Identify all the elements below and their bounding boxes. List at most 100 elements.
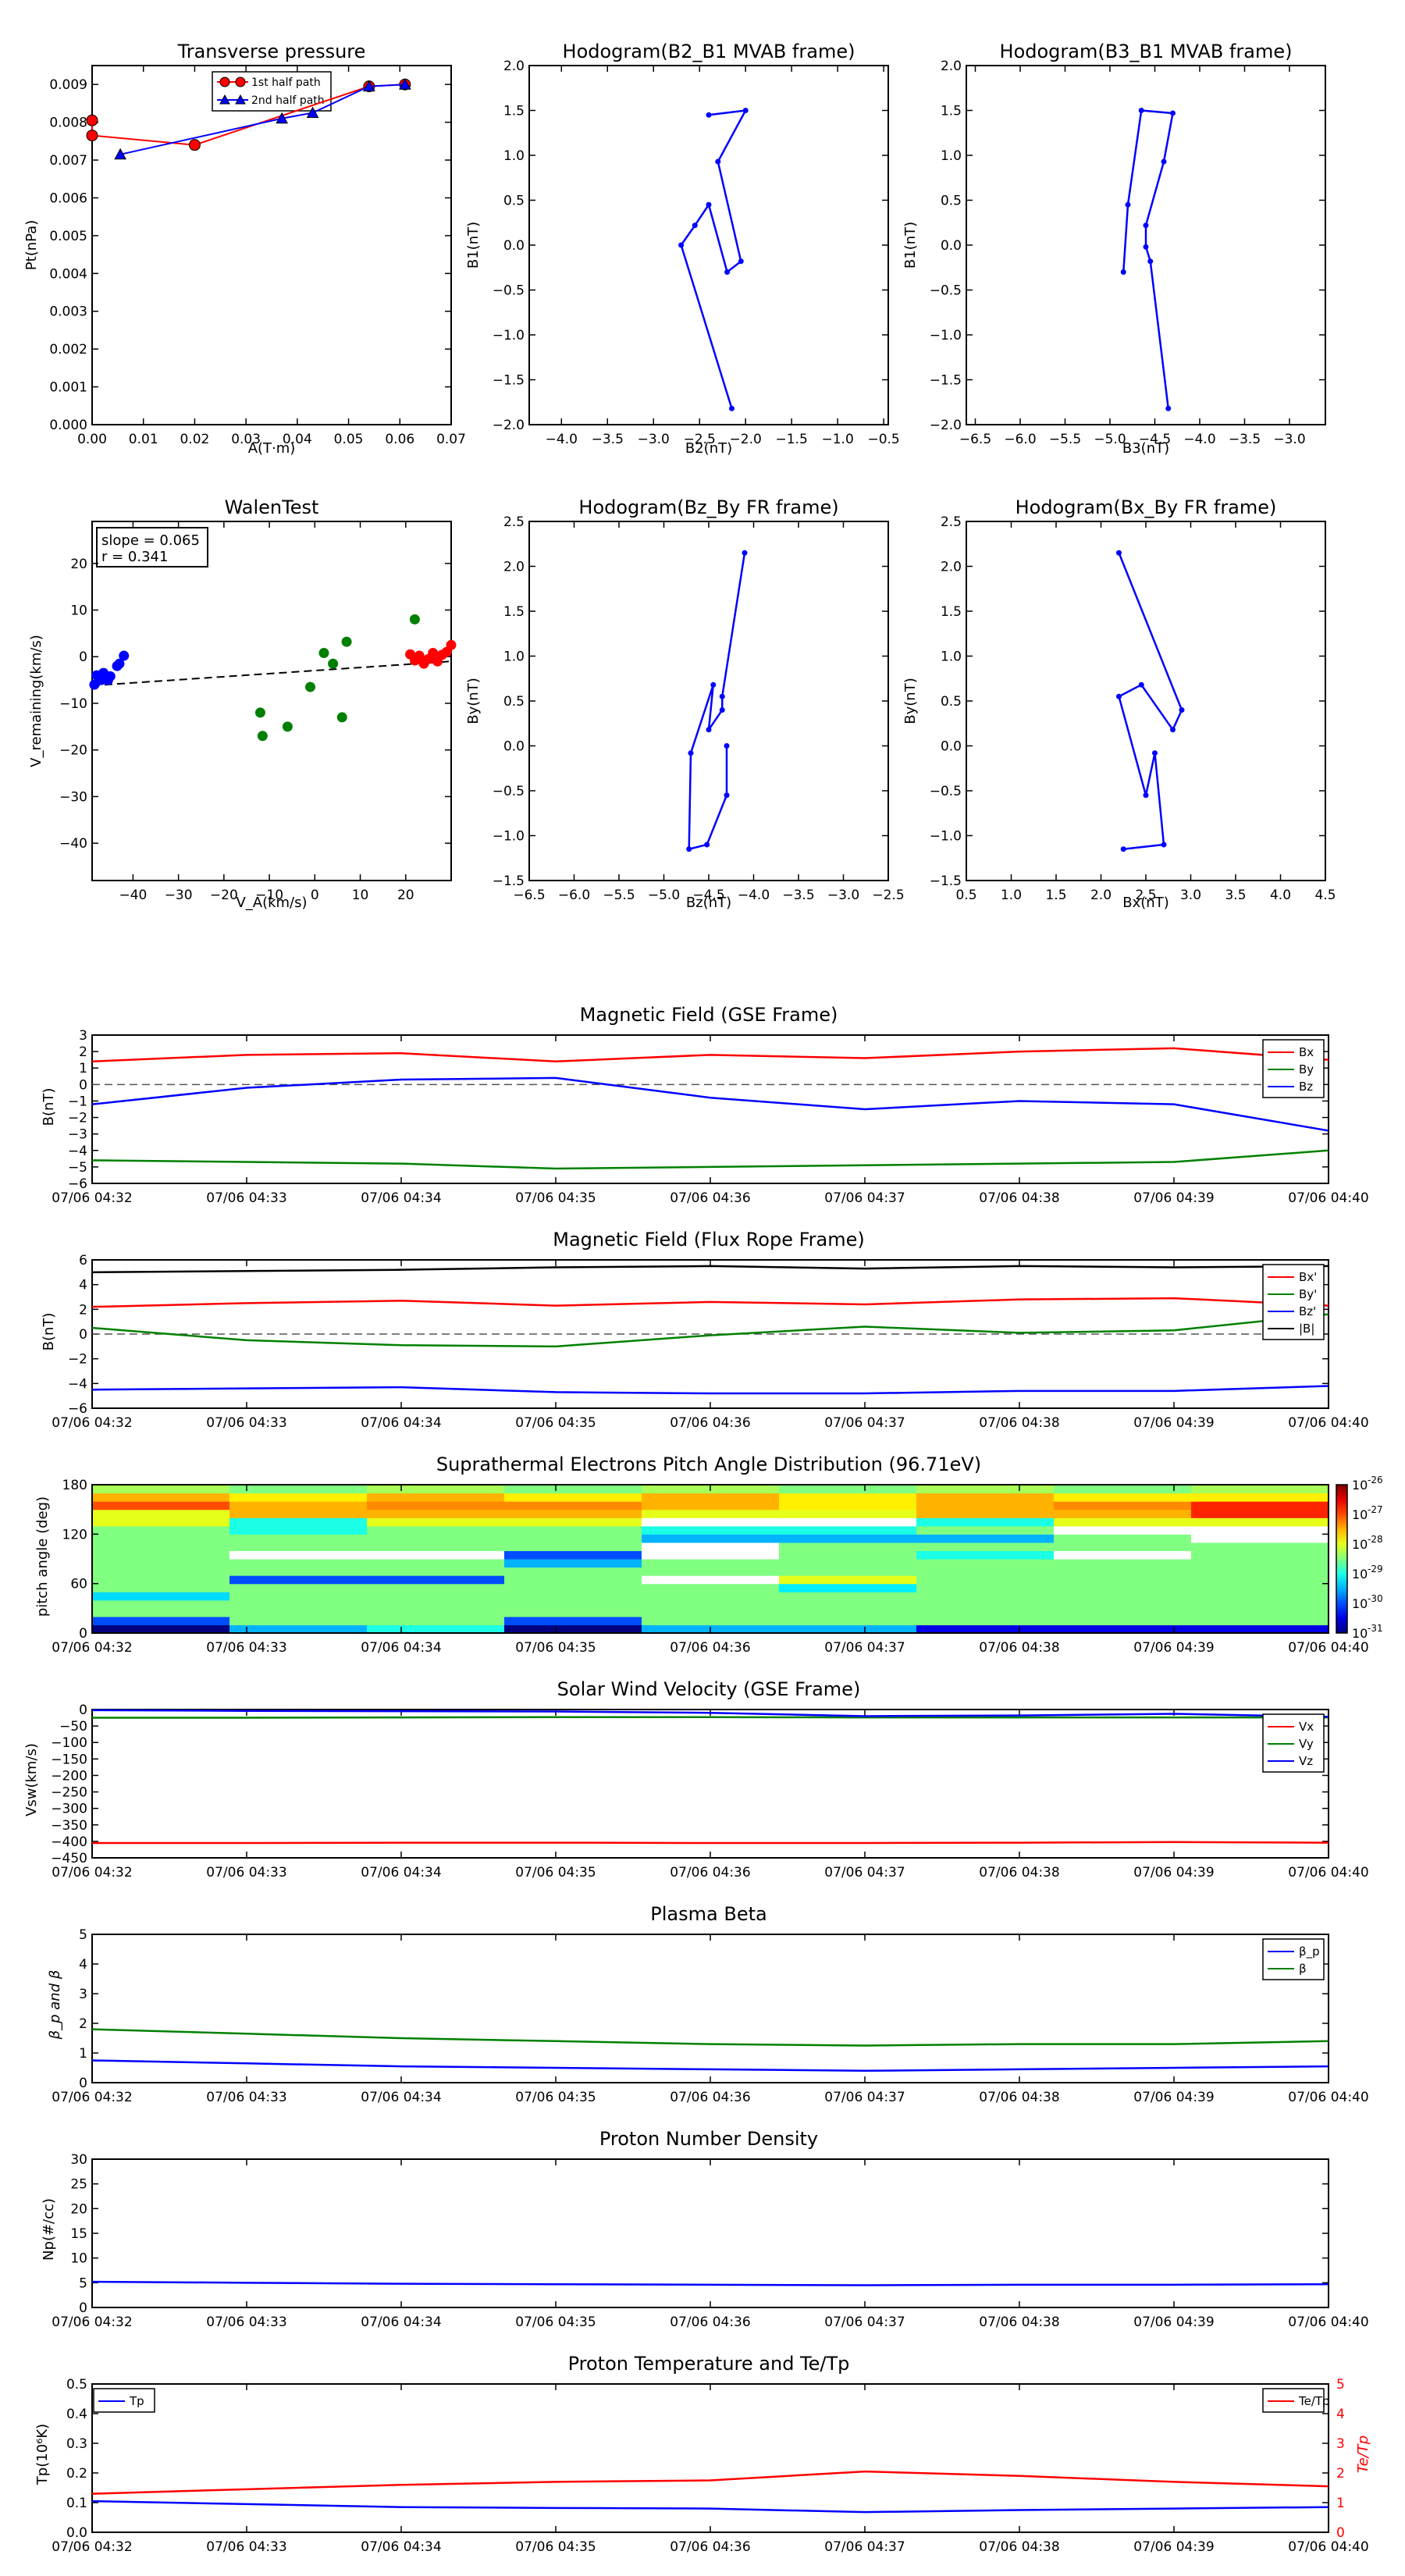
hodo1-xtick-label: −2.5	[684, 432, 716, 447]
pad-cell	[1191, 1567, 1329, 1576]
hodo2-ytick-label: −2.0	[930, 418, 962, 433]
transverse_pressure-xtick-label: 0.06	[385, 432, 414, 447]
hodo3-xtick-label: −5.0	[648, 888, 680, 903]
pad-cell	[229, 1608, 368, 1617]
pad-cell	[1054, 1525, 1192, 1535]
mag_fr-time-label: 07/06 04:38	[979, 1415, 1059, 1431]
beta-time-label: 07/06 04:34	[361, 2090, 441, 2105]
hodo3-title: Hodogram(Bz_By FR frame)	[578, 496, 838, 518]
hodo3-xtick-label: −4.0	[738, 888, 770, 903]
hodo2-ytick-label: 0.5	[941, 194, 962, 209]
hodo1-ytick-label: 1.0	[503, 148, 525, 164]
pad-cell	[642, 1608, 780, 1617]
pad-cell	[1191, 1583, 1329, 1592]
pad-cell	[1054, 1550, 1192, 1560]
pad-colorbar-exponent: -31	[1368, 1623, 1383, 1634]
hodo4-point	[1152, 750, 1158, 756]
hodo3-point	[704, 841, 710, 848]
hodo1-ytick-label: 2.0	[503, 59, 525, 74]
mag_gse-time-label: 07/06 04:34	[361, 1190, 441, 1206]
pad-cell	[504, 1509, 642, 1518]
mag_fr-legend-label: By'	[1299, 1287, 1317, 1301]
hodo1-ytick-label: −1.5	[493, 373, 525, 389]
beta-time-label: 07/06 04:35	[515, 2090, 596, 2105]
pad-cell	[367, 1501, 505, 1510]
hodo1-ytick-label: −1.0	[493, 328, 525, 343]
pad-cell	[92, 1575, 230, 1585]
pad-colorbar-label: 10	[1352, 1478, 1368, 1493]
temp-time-label: 07/06 04:36	[670, 2539, 750, 2555]
density-time-label: 07/06 04:32	[52, 2314, 132, 2330]
hodo3-point	[724, 743, 730, 749]
temp-time-label: 07/06 04:35	[515, 2539, 596, 2555]
mag_fr-ytick-label: −2	[68, 1352, 87, 1368]
beta-time-label: 07/06 04:40	[1288, 2090, 1368, 2105]
temp-legend-right-label: Te/Tp	[1298, 2394, 1330, 2408]
density-ytick-label: 0	[79, 2300, 87, 2316]
pad-ytick-label: 0	[79, 1626, 87, 1642]
hodo4-point	[1179, 707, 1185, 713]
pad-cell	[92, 1542, 230, 1552]
walen-title: WalenTest	[225, 496, 319, 518]
pad-cell	[229, 1525, 368, 1535]
temp-ytick-label: 0.5	[66, 2377, 87, 2393]
mag_fr-time-label: 07/06 04:36	[670, 1415, 750, 1431]
walen-r-text: r = 0.341	[101, 549, 168, 565]
pad-cell	[504, 1567, 642, 1576]
walen-point-red	[446, 639, 457, 650]
hodo4-xtick-label: 2.5	[1135, 888, 1156, 903]
hodo2-ytick-label: 0.0	[941, 238, 962, 254]
transverse_pressure-ytick-label: 0.009	[49, 77, 87, 93]
mag_fr-time-label: 07/06 04:39	[1133, 1415, 1214, 1431]
pad-cell	[229, 1592, 368, 1601]
hodo4-xtick-label: 1.5	[1045, 888, 1066, 903]
walen-xtick-label: 10	[352, 888, 369, 903]
density-ylabel: Np(#/cc)	[41, 2198, 57, 2261]
hodo2-xtick-label: −5.0	[1094, 432, 1126, 447]
hodo4-point	[1161, 841, 1167, 848]
legend-circle-marker	[235, 76, 246, 87]
mag_gse-ytick-label: −6	[68, 1176, 87, 1192]
transverse_pressure-xtick-label: 0.07	[436, 432, 466, 447]
hodo3-ytick-label: −1.0	[493, 829, 525, 845]
pad-cell	[504, 1575, 642, 1585]
hodo1-ytick-label: 1.5	[503, 104, 525, 119]
hodo2-xtick-label: −5.5	[1049, 432, 1081, 447]
pad-cell	[367, 1525, 505, 1535]
mag_gse-time-label: 07/06 04:32	[52, 1190, 132, 1206]
hodo3-xtick-label: −4.5	[692, 888, 724, 903]
tp-point-first-half	[86, 130, 98, 142]
hodo2-point	[1170, 110, 1176, 116]
hodo1-point	[706, 112, 712, 118]
temp-time-label: 07/06 04:33	[206, 2539, 286, 2555]
beta-ytick-label: 5	[79, 1927, 87, 1943]
hodo2-point	[1138, 108, 1144, 113]
sw_vel-time-label: 07/06 04:32	[52, 1865, 132, 1880]
pad-cell	[92, 1509, 230, 1518]
walen-ytick-label: −30	[59, 789, 87, 805]
temp-y2tick-label: 4	[1336, 2407, 1345, 2422]
hodo1-ytick-label: −2.0	[493, 418, 525, 433]
beta-ytick-label: 2	[79, 2016, 87, 2032]
pad-cell	[916, 1509, 1055, 1518]
sw_vel-ytick-label: 0	[79, 1703, 87, 1718]
pad-cell	[1191, 1501, 1329, 1510]
mag_fr-time-label: 07/06 04:34	[361, 1415, 441, 1431]
walen-ytick-label: −10	[59, 696, 87, 712]
hodo2-title: Hodogram(B3_B1 MVAB frame)	[1000, 41, 1293, 62]
walen-point-green	[304, 681, 315, 692]
sw_vel-ytick-label: −250	[51, 1785, 87, 1801]
pad-cell	[367, 1559, 505, 1568]
walen-xtick-label: 20	[397, 888, 414, 903]
hodo1-point	[715, 158, 721, 165]
mag_gse-ytick-label: 3	[79, 1028, 87, 1044]
pad-cell	[1054, 1583, 1192, 1592]
hodo2-point	[1165, 405, 1172, 411]
hodo1-point	[678, 242, 685, 248]
pad-cell	[367, 1493, 505, 1502]
mag_gse-time-label: 07/06 04:35	[515, 1190, 596, 1206]
mag_fr-ytick-label: −4	[68, 1376, 87, 1392]
mag_gse-time-label: 07/06 04:37	[824, 1190, 905, 1206]
walen-point-blue	[119, 650, 130, 661]
pad-cell	[642, 1559, 780, 1568]
